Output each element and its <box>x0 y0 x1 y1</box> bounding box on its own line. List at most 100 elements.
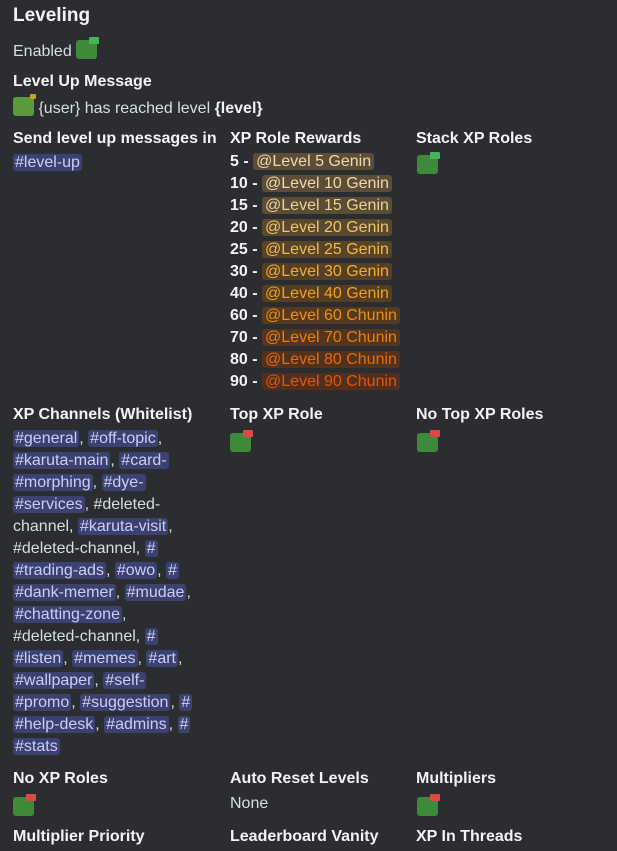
role-mention[interactable]: @Level 40 Genin <box>262 285 392 302</box>
role-mention[interactable]: @Level 70 Chunin <box>262 329 400 346</box>
channel-mention[interactable]: # <box>179 694 193 711</box>
role-mention[interactable]: @Level 20 Genin <box>262 219 392 236</box>
channel-name: memes <box>83 650 136 667</box>
channel-mention[interactable]: #admins <box>104 716 169 733</box>
channel-mention[interactable]: #mudae <box>124 584 187 601</box>
channel-name: karuta-main <box>23 452 109 469</box>
xp-channels-heading: XP Channels (Whitelist) <box>13 406 193 423</box>
channel-mention[interactable]: #services <box>13 496 85 513</box>
channel-separator: , <box>71 694 81 711</box>
channel-mention[interactable]: #promo <box>13 694 72 711</box>
channel-separator: , <box>105 562 115 579</box>
channel-separator: #deleted-channel, <box>13 540 145 557</box>
channel-mention[interactable]: #suggestion <box>80 694 171 711</box>
channel-mention-level-up[interactable]: #level-up <box>13 154 82 171</box>
hash-icon: # <box>116 562 126 579</box>
channel-mention[interactable]: #stats <box>13 738 60 755</box>
xp-role-reward-row: 60 - @Level 60 Chunin <box>230 305 400 327</box>
xp-channels-line: #stats <box>13 736 213 758</box>
hash-icon: # <box>90 430 100 447</box>
channel-mention[interactable]: #self- <box>103 672 147 689</box>
hash-icon: # <box>15 584 24 601</box>
channel-separator: , <box>168 716 178 733</box>
hash-icon: # <box>181 694 191 711</box>
channel-mention[interactable]: #off-topic <box>88 430 158 447</box>
channel-separator: #deleted-channel, <box>13 628 145 645</box>
channel-mention[interactable]: #owo <box>114 562 158 579</box>
channel-mention[interactable]: #help-desk <box>13 716 96 733</box>
reward-level: 30 - <box>230 263 258 280</box>
xp-channels-line: #deleted-channel, # <box>13 626 213 648</box>
no-emoji-icon <box>417 430 440 452</box>
send-channel-value: #level-up <box>13 152 82 174</box>
channel-name: chatting-zone <box>23 606 120 623</box>
channel-separator: , <box>168 518 173 535</box>
hash-icon: # <box>121 452 131 469</box>
channel-mention[interactable]: #card- <box>119 452 169 469</box>
channel-separator: , <box>186 584 191 601</box>
channel-mention[interactable]: #trading-ads <box>13 562 106 579</box>
channel-mention[interactable]: #memes <box>72 650 138 667</box>
channel-separator: , <box>63 650 73 667</box>
no-emoji-icon <box>13 794 36 816</box>
channel-mention[interactable]: #karuta-main <box>13 452 111 469</box>
channel-separator: , <box>95 716 105 733</box>
channel-separator: , <box>177 650 183 667</box>
role-mention[interactable]: @Level 15 Genin <box>262 197 392 214</box>
xp-channels-line: #promo, #suggestion, # <box>13 692 213 714</box>
channel-separator: , <box>92 474 102 491</box>
reward-level: 90 - <box>230 373 258 390</box>
stack-xp-roles-heading: Stack XP Roles <box>416 130 533 147</box>
no-emoji-icon <box>417 794 440 816</box>
channel-name: dank-memer <box>23 584 114 601</box>
role-mention[interactable]: @Level 30 Genin <box>262 263 392 280</box>
hash-icon: # <box>15 562 24 579</box>
role-mention[interactable]: @Level 60 Chunin <box>262 307 400 324</box>
hash-icon: # <box>15 430 24 447</box>
role-mention[interactable]: @Level 10 Genin <box>262 175 392 192</box>
no-xp-roles-value <box>13 794 36 818</box>
channel-mention[interactable]: #general <box>13 430 80 447</box>
role-mention[interactable]: @Level 90 Chunin <box>262 373 400 390</box>
channel-mention[interactable]: #wallpaper <box>13 672 95 689</box>
role-mention[interactable]: @Level 5 Genin <box>253 153 375 170</box>
hash-icon: # <box>148 650 158 667</box>
channel-mention[interactable]: #karuta-visit <box>77 518 169 535</box>
hash-icon: # <box>82 694 92 711</box>
hash-icon: # <box>105 672 115 689</box>
channel-mention[interactable]: # <box>144 628 158 645</box>
xp-role-rewards-heading: XP Role Rewards <box>230 130 362 147</box>
yes-emoji-icon <box>76 37 100 59</box>
leaderboard-vanity-heading: Leaderboard Vanity <box>230 828 379 845</box>
xp-role-reward-row: 25 - @Level 25 Genin <box>230 239 400 261</box>
section-title: Leveling <box>13 5 91 26</box>
channel-separator: , <box>94 672 104 689</box>
hash-icon: # <box>146 540 156 557</box>
channel-mention[interactable]: #dye- <box>101 474 146 491</box>
hash-icon: # <box>179 716 189 733</box>
auto-reset-levels-value: None <box>230 795 269 812</box>
role-mention[interactable]: @Level 80 Chunin <box>262 351 400 368</box>
xp-role-reward-row: 15 - @Level 15 Genin <box>230 195 400 217</box>
channel-mention[interactable]: # <box>177 716 191 733</box>
no-emoji-icon <box>230 430 253 452</box>
channel-separator: , <box>79 430 89 447</box>
role-mention[interactable]: @Level 25 Genin <box>262 241 392 258</box>
channel-mention[interactable]: #listen <box>13 650 64 667</box>
channel-mention[interactable]: #art <box>146 650 178 667</box>
channel-mention[interactable]: # <box>144 540 158 557</box>
auto-reset-levels-heading: Auto Reset Levels <box>230 770 369 787</box>
channel-mention[interactable]: #dank-memer <box>13 584 116 601</box>
hash-icon: # <box>15 738 24 755</box>
channel-mention[interactable]: #chatting-zone <box>13 606 122 623</box>
send-channel-heading: Send level up messages in <box>13 130 217 147</box>
reward-level: 60 - <box>230 307 258 324</box>
channel-mention[interactable]: # <box>166 562 179 579</box>
hash-icon: # <box>15 672 24 689</box>
xp-role-reward-row: 90 - @Level 90 Chunin <box>230 371 400 393</box>
reward-level: 10 - <box>230 175 258 192</box>
xp-channels-line: #morphing, #dye- <box>13 472 213 494</box>
channel-name: services <box>23 496 83 513</box>
channel-separator: channel, <box>13 518 78 535</box>
channel-mention[interactable]: #morphing <box>13 474 93 491</box>
